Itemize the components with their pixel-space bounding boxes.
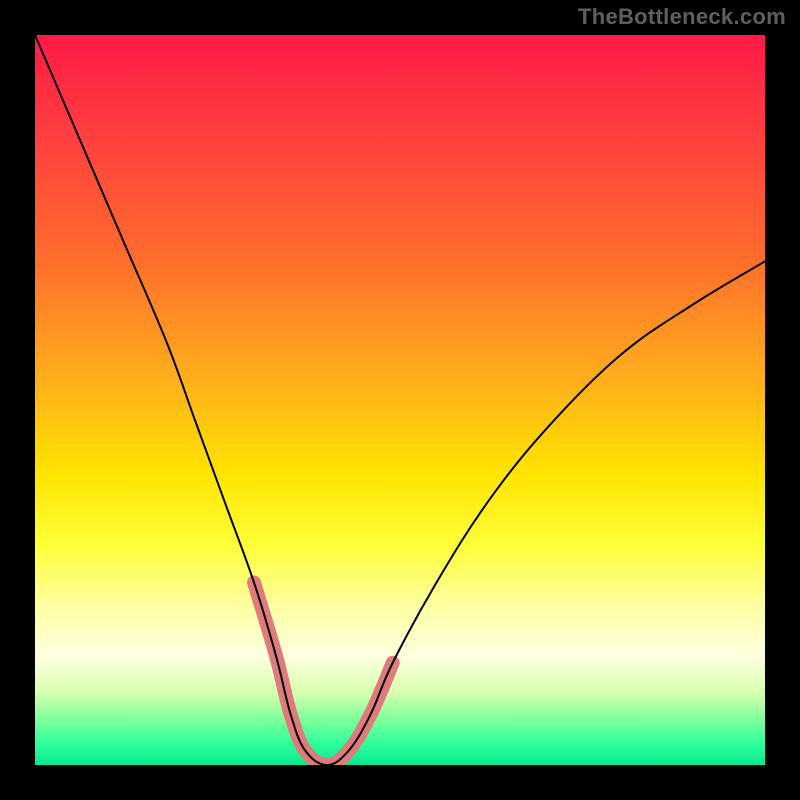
chart-frame: TheBottleneck.com [0, 0, 800, 800]
watermark-text: TheBottleneck.com [578, 4, 786, 30]
highlight-marker [254, 583, 393, 766]
plot-area [35, 35, 765, 765]
bottleneck-curve [35, 35, 765, 765]
chart-svg [35, 35, 765, 765]
